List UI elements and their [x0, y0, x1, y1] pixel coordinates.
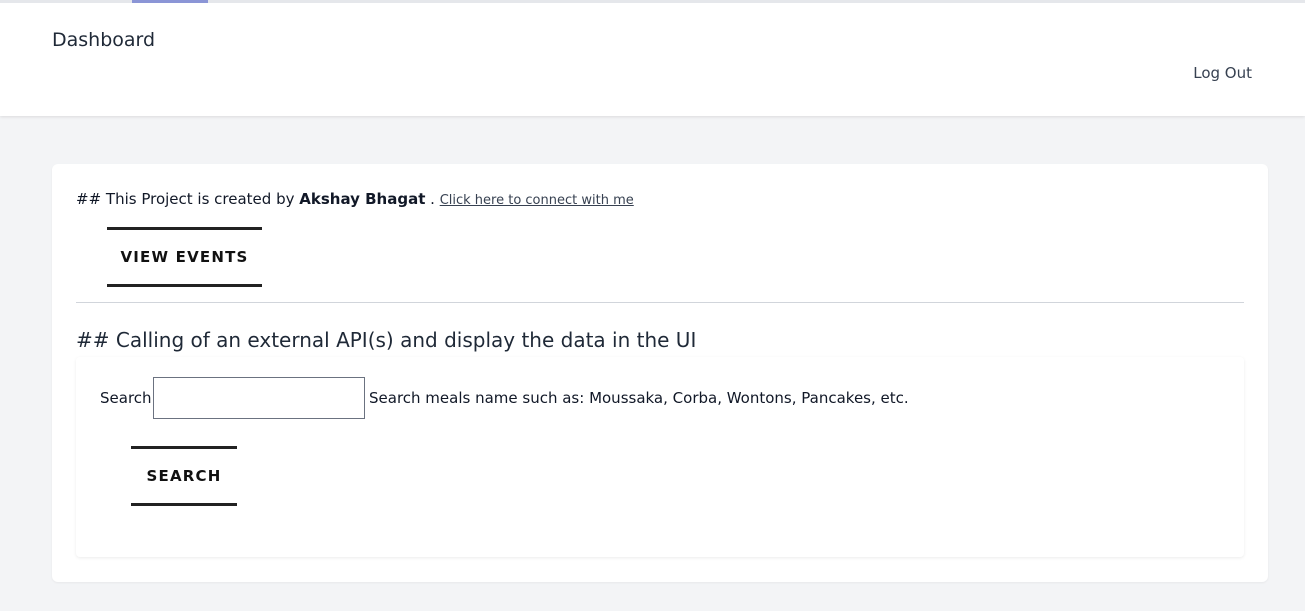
search-input[interactable]	[153, 377, 365, 419]
active-nav-indicator	[132, 0, 208, 3]
logout-link[interactable]: Log Out	[1193, 64, 1252, 82]
connect-link[interactable]: Click here to connect with me	[440, 193, 634, 208]
search-label: Search	[100, 389, 152, 407]
view-events-button[interactable]: VIEW EVENTS	[107, 227, 262, 287]
page-title: Dashboard	[52, 29, 156, 51]
api-section-heading: ## Calling of an external API(s) and dis…	[76, 328, 697, 352]
section-divider	[76, 302, 1244, 303]
search-panel: Search Search meals name such as: Moussa…	[76, 357, 1244, 557]
top-header: Dashboard Log Out	[0, 0, 1305, 116]
credit-separator: .	[425, 190, 440, 208]
project-credit: ## This Project is created by Akshay Bha…	[76, 190, 634, 208]
author-name: Akshay Bhagat	[299, 190, 426, 208]
main-card: ## This Project is created by Akshay Bha…	[52, 164, 1268, 582]
search-hint: Search meals name such as: Moussaka, Cor…	[369, 389, 909, 407]
search-button[interactable]: SEARCH	[131, 446, 237, 506]
credit-prefix: ## This Project is created by	[76, 190, 300, 208]
